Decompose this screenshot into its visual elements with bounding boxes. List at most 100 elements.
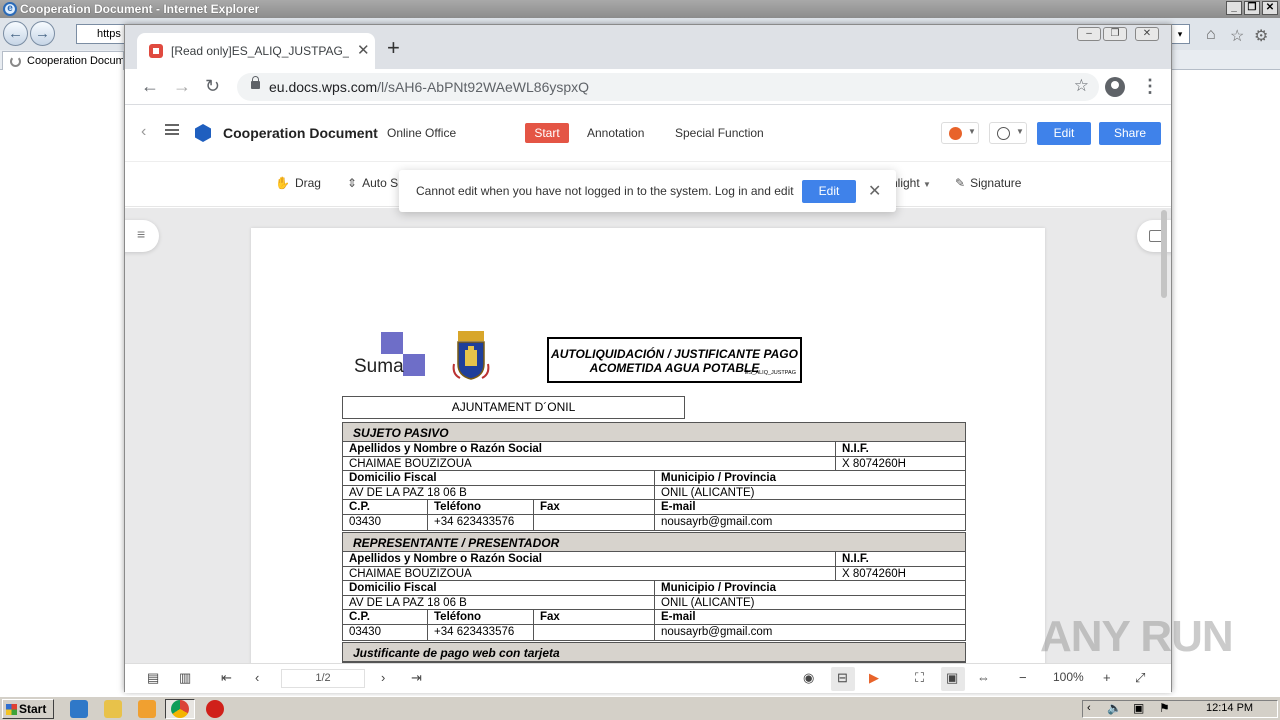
- chevron-down-icon: ▼: [1016, 127, 1024, 136]
- play-slides-icon[interactable]: ▶: [869, 670, 879, 686]
- first-page-icon[interactable]: ⇤: [221, 670, 232, 686]
- domicilio-label: Domicilio Fiscal: [349, 582, 437, 595]
- cp-label: C.P.: [349, 501, 370, 514]
- cp-value: 03430: [349, 515, 381, 528]
- next-page-icon[interactable]: ›: [381, 670, 385, 685]
- tab-special-function[interactable]: Special Function: [675, 126, 764, 140]
- highlight-tool[interactable]: hlight ▼: [891, 176, 931, 190]
- forward-arrow-icon[interactable]: →: [173, 76, 191, 96]
- close-tab-icon[interactable]: ✕: [357, 41, 370, 59]
- toast-edit-button[interactable]: Edit: [802, 180, 856, 203]
- eye-protection-icon[interactable]: ◉: [803, 670, 814, 686]
- suma-logo: Suma: [354, 332, 426, 378]
- record-dropdown[interactable]: ▼: [941, 122, 979, 144]
- name-value: CHAIMAE BOUZIZOUA: [349, 567, 472, 580]
- chrome-minimize-button[interactable]: –: [1077, 27, 1101, 41]
- name-label: Apellidos y Nombre o Razón Social: [349, 443, 542, 455]
- explorer-folder-icon[interactable]: [104, 700, 122, 718]
- municipio-value: ONIL (ALICANTE): [654, 485, 755, 500]
- domicilio-label: Domicilio Fiscal: [349, 472, 437, 485]
- domicilio-value: AV DE LA PAZ 18 06 B: [349, 486, 467, 499]
- new-tab-button[interactable]: +: [387, 37, 400, 59]
- section-header: REPRESENTANTE / PRESENTADOR: [343, 533, 965, 552]
- volume-icon[interactable]: 🔈: [1107, 701, 1122, 715]
- chrome-toolbar: ← → ↻ eu.docs.wps.com/l/sAH6-AbPNt92WAeW…: [125, 69, 1171, 105]
- signature-tool[interactable]: ✎ Signature: [955, 176, 1021, 190]
- last-page-icon[interactable]: ⇥: [411, 670, 422, 686]
- expand-icon[interactable]: ⤢: [1135, 670, 1145, 686]
- back-arrow-icon[interactable]: ←: [141, 76, 159, 96]
- media-player-icon[interactable]: [138, 700, 156, 718]
- sujeto-pasivo-section: SUJETO PASIVO Apellidos y Nombre o Razón…: [342, 422, 966, 531]
- signature-label: Signature: [970, 176, 1022, 190]
- warning-app-icon[interactable]: [206, 700, 224, 718]
- online-office-label: Online Office: [387, 126, 457, 140]
- favorites-star-icon[interactable]: ☆: [1230, 26, 1244, 46]
- vertical-scrollbar[interactable]: [1161, 210, 1167, 298]
- domicilio-value: AV DE LA PAZ 18 06 B: [349, 596, 467, 609]
- fullscreen-icon[interactable]: ⛶: [915, 670, 924, 686]
- single-page-icon[interactable]: ▣: [946, 670, 958, 686]
- zoom-in-icon[interactable]: +: [1103, 670, 1111, 685]
- restore-button[interactable]: ❐: [1244, 1, 1260, 15]
- page-number-input[interactable]: 1/2: [281, 669, 365, 688]
- document-title: Cooperation Document: [223, 125, 378, 141]
- history-dropdown[interactable]: ▼: [989, 122, 1027, 144]
- ie-forward-button[interactable]: →: [30, 21, 55, 46]
- loading-icon: [10, 56, 21, 67]
- drag-tool[interactable]: ✋ Drag: [275, 176, 321, 190]
- bookmark-star-icon[interactable]: ☆: [1074, 76, 1089, 96]
- outline-view-icon[interactable]: ▤: [147, 670, 159, 686]
- previous-page-icon[interactable]: ‹: [255, 670, 259, 685]
- fax-label: Fax: [533, 500, 560, 514]
- ie-tab[interactable]: Cooperation Docume: [2, 51, 124, 70]
- zoom-level[interactable]: 100%: [1053, 670, 1084, 684]
- email-label: E-mail: [654, 500, 696, 514]
- share-button[interactable]: Share: [1099, 122, 1161, 145]
- fit-width-icon[interactable]: ⇔: [977, 670, 990, 685]
- tab-annotation[interactable]: Annotation: [587, 126, 644, 140]
- tools-gear-icon[interactable]: ⚙: [1254, 26, 1268, 46]
- omnibox[interactable]: eu.docs.wps.com/l/sAH6-AbPNt92WAeWL86ysp…: [237, 73, 1099, 101]
- wps-back-icon[interactable]: ‹: [141, 123, 146, 141]
- wps-logo-icon: [195, 124, 211, 142]
- minimize-button[interactable]: _: [1226, 1, 1242, 15]
- ie-address-dropdown[interactable]: ▾: [1170, 24, 1190, 44]
- ie-back-button[interactable]: ←: [3, 21, 28, 46]
- justificante-section: Justificante de pago web con tarjeta: [342, 642, 966, 663]
- profile-avatar-icon[interactable]: [1105, 77, 1125, 97]
- reload-icon[interactable]: ↻: [205, 76, 220, 96]
- url-host: eu.docs.wps.com: [269, 79, 378, 95]
- login-required-toast: Cannot edit when you have not logged in …: [399, 170, 896, 212]
- toast-close-icon[interactable]: ✕: [868, 181, 881, 201]
- start-label: Start: [19, 702, 47, 716]
- auto-scroll-tool[interactable]: ⇕ Auto S: [347, 176, 398, 190]
- chrome-tab[interactable]: [Read only]ES_ALIQ_JUSTPAG_202 ✕: [137, 33, 375, 69]
- chrome-restore-button[interactable]: ❐: [1103, 27, 1127, 41]
- chrome-taskbar-icon[interactable]: [171, 700, 189, 718]
- edit-button[interactable]: Edit: [1037, 122, 1091, 145]
- ie-address-bar[interactable]: https: [76, 24, 126, 44]
- chrome-menu-icon[interactable]: ⋮: [1141, 76, 1159, 96]
- tab-start[interactable]: Start: [525, 123, 569, 143]
- chrome-window: [Read only]ES_ALIQ_JUSTPAG_202 ✕ + – ❐ ✕…: [124, 24, 1172, 693]
- outline-toggle-button[interactable]: [125, 220, 159, 252]
- ie-taskbar-icon[interactable]: [70, 700, 88, 718]
- start-button[interactable]: Start: [2, 699, 54, 719]
- email-label: E-mail: [654, 610, 696, 624]
- wps-menu-icon[interactable]: [165, 124, 179, 135]
- wps-favicon-icon: [149, 44, 163, 58]
- close-button[interactable]: ✕: [1262, 1, 1278, 15]
- home-icon[interactable]: ⌂: [1206, 26, 1216, 44]
- document-canvas[interactable]: Suma AUTOLIQUIDACIÓN / JUSTIFICANTE PAGO…: [125, 208, 1171, 663]
- zoom-out-icon[interactable]: −: [1019, 670, 1027, 685]
- page-view-icon[interactable]: ▥: [179, 670, 191, 686]
- network-icon[interactable]: ▣: [1133, 701, 1144, 715]
- drag-label: Drag: [294, 176, 321, 190]
- chrome-tab-strip: [Read only]ES_ALIQ_JUSTPAG_202 ✕ + – ❐ ✕: [125, 25, 1171, 69]
- chrome-close-button[interactable]: ✕: [1135, 27, 1159, 41]
- tray-arrow-icon[interactable]: ‹: [1087, 702, 1091, 714]
- flag-notification-icon[interactable]: ⚑: [1159, 701, 1170, 715]
- fit-height-icon[interactable]: ⊟: [837, 670, 848, 686]
- ie-address-text: https: [97, 28, 121, 40]
